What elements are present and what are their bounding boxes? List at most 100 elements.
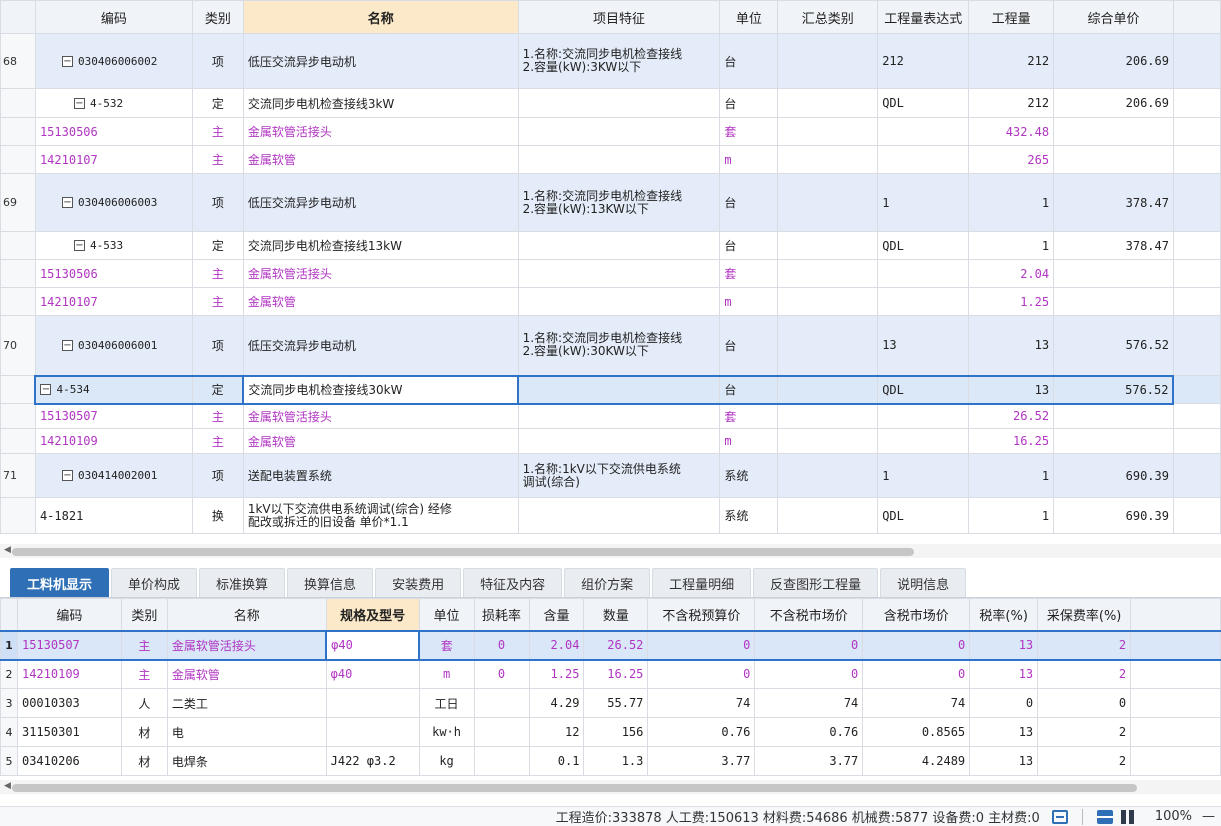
code-cell[interactable]: −4-532 — [34, 88, 193, 118]
market-price-cell[interactable]: 0 — [754, 629, 864, 661]
header-unit[interactable]: 单位 — [418, 598, 475, 631]
quantity-cell[interactable]: 13 — [968, 374, 1055, 405]
loss-cell[interactable] — [473, 746, 530, 776]
unit-cell[interactable]: 台 — [719, 231, 779, 260]
loss-cell[interactable]: 0 — [473, 629, 530, 661]
name-cell[interactable]: 二类工 — [166, 688, 327, 718]
content-cell[interactable]: 2.04 — [528, 629, 585, 661]
quantity-cell[interactable]: 26.52 — [583, 629, 649, 661]
budget-price-cell[interactable]: 0 — [647, 629, 756, 661]
content-cell[interactable]: 4.29 — [528, 688, 585, 718]
unit-cell[interactable]: 套 — [719, 403, 779, 429]
table-row[interactable]: 69 −030406006003 项 低压交流异步电动机 1.名称:交流同步电机… — [0, 173, 1221, 232]
quantity-cell[interactable]: 1.3 — [583, 746, 649, 776]
tab-features-content[interactable]: 特征及内容 — [463, 568, 563, 597]
header-tax-market-price[interactable]: 含税市场价 — [862, 598, 971, 631]
header-budget-price[interactable]: 不含税预算价 — [647, 598, 756, 631]
name-cell[interactable]: 金属软管活接头 — [166, 629, 327, 661]
expression-cell[interactable]: 1 — [877, 173, 970, 232]
table-row[interactable]: −4-533 定 交流同步电机检查接线13kW 台 QDL 1 378.47 — [0, 231, 1221, 260]
collapse-icon[interactable]: − — [61, 339, 73, 351]
header-tax-rate[interactable]: 税率(%) — [969, 598, 1039, 631]
unit-cell[interactable]: 台 — [719, 88, 779, 118]
header-category[interactable]: 类别 — [191, 0, 244, 34]
unit-cell[interactable]: m — [719, 428, 779, 454]
name-cell[interactable]: 电焊条 — [166, 746, 327, 776]
fee-rate-cell[interactable]: 2 — [1037, 717, 1132, 747]
header-code[interactable]: 编码 — [16, 598, 122, 631]
scrollbar-thumb[interactable] — [12, 784, 1137, 792]
lower-grid[interactable]: 编码 类别 名称 规格及型号 单位 损耗率 含量 数量 不含税预算价 不含税市场… — [0, 598, 1221, 778]
code-cell[interactable]: 4-1821 — [34, 497, 193, 534]
category-cell[interactable]: 项 — [191, 33, 244, 89]
market-price-cell[interactable]: 74 — [754, 688, 864, 718]
name-cell[interactable]: 送配电装置系统 — [242, 453, 519, 498]
expression-cell[interactable]: QDL — [877, 497, 970, 534]
feature-cell[interactable]: 1.名称:交流同步电机检查接线 2.容量(kW):30KW以下 — [517, 315, 721, 376]
scroll-left-icon[interactable]: ◀ — [4, 545, 11, 555]
spec-cell[interactable] — [325, 688, 420, 718]
category-cell[interactable]: 材 — [120, 717, 168, 747]
tax-rate-cell[interactable]: 13 — [969, 717, 1039, 747]
summary-cell[interactable] — [777, 88, 879, 118]
quantity-cell[interactable]: 55.77 — [583, 688, 649, 718]
unit-cell[interactable]: m — [719, 145, 779, 174]
category-cell[interactable]: 材 — [120, 746, 168, 776]
collapse-icon[interactable]: − — [73, 240, 85, 251]
header-loss-rate[interactable]: 损耗率 — [473, 598, 530, 631]
table-row[interactable]: 14210109 主 金属软管 m 16.25 — [0, 428, 1221, 454]
tax-rate-cell[interactable]: 13 — [969, 746, 1039, 776]
budget-price-cell[interactable]: 0 — [647, 659, 756, 689]
tab-labor-material-machine[interactable]: 工料机显示 — [10, 568, 110, 597]
tab-conversion-info[interactable]: 换算信息 — [287, 568, 374, 597]
summary-cell[interactable] — [777, 173, 879, 232]
category-cell[interactable]: 主 — [191, 259, 244, 288]
tax-market-price-cell[interactable]: 74 — [862, 688, 971, 718]
tab-quantity-detail[interactable]: 工程量明细 — [652, 568, 752, 597]
content-cell[interactable]: 0.1 — [528, 746, 585, 776]
unit-cell[interactable]: kg — [418, 746, 475, 776]
quantity-cell[interactable]: 156 — [583, 717, 649, 747]
tab-install-fee[interactable]: 安装费用 — [375, 568, 462, 597]
budget-price-cell[interactable]: 74 — [647, 688, 756, 718]
resource-row-selected[interactable]: 1 15130507 主 金属软管活接头 φ40 套 0 2.04 26.52 … — [0, 629, 1221, 661]
feature-cell[interactable]: 1.名称:交流同步电机检查接线 2.容量(kW):13KW以下 — [517, 173, 721, 232]
table-row[interactable]: 4-1821 换 1kV以下交流供电系统调试(综合) 经修 配改或拆迁的旧设备 单… — [0, 497, 1221, 534]
split-view-icon[interactable] — [1120, 809, 1137, 824]
tab-unit-price-composition[interactable]: 单价构成 — [111, 568, 198, 597]
scrollbar-thumb[interactable] — [12, 548, 914, 556]
spec-input[interactable]: φ40 — [325, 629, 421, 661]
code-cell[interactable]: 00010303 — [16, 688, 122, 718]
table-row-selected[interactable]: −4-534 定 交流同步电机检查接线30kW 台 QDL 13 576.52 — [0, 374, 1221, 405]
content-cell[interactable]: 1.25 — [528, 659, 585, 689]
code-cell[interactable]: −4-533 — [34, 231, 193, 260]
quantity-cell[interactable]: 1 — [968, 453, 1055, 498]
price-cell[interactable]: 378.47 — [1053, 173, 1174, 232]
category-cell[interactable]: 定 — [191, 374, 244, 405]
market-price-cell[interactable]: 0.76 — [754, 717, 864, 747]
unit-cell[interactable]: 套 — [418, 629, 475, 661]
price-cell[interactable]: 206.69 — [1053, 88, 1174, 118]
name-cell[interactable]: 电 — [166, 717, 327, 747]
resource-row[interactable]: 5 03410206 材 电焊条 J422 φ3.2 kg 0.1 1.3 3.… — [0, 746, 1221, 776]
category-cell[interactable]: 项 — [191, 315, 244, 376]
unit-cell[interactable]: 套 — [719, 117, 779, 146]
unit-cell[interactable]: kw·h — [418, 717, 475, 747]
header-feature[interactable]: 项目特征 — [517, 0, 721, 34]
unit-cell[interactable]: 系统 — [719, 453, 779, 498]
header-summary[interactable]: 汇总类别 — [777, 0, 879, 34]
header-unit-price[interactable]: 综合单价 — [1053, 0, 1174, 34]
price-cell[interactable]: 690.39 — [1053, 497, 1174, 534]
name-cell[interactable]: 金属软管 — [242, 428, 519, 454]
name-cell[interactable]: 低压交流异步电动机 — [242, 33, 519, 89]
collapse-icon[interactable]: − — [61, 197, 73, 208]
header-category[interactable]: 类别 — [120, 598, 168, 631]
full-view-icon[interactable] — [1096, 809, 1113, 824]
category-cell[interactable]: 项 — [191, 173, 244, 232]
quantity-cell[interactable]: 16.25 — [968, 428, 1055, 454]
name-cell[interactable]: 金属软管活接头 — [242, 403, 519, 429]
lower-horizontal-scrollbar[interactable]: ◀ — [0, 780, 1221, 794]
code-cell[interactable]: −4-534 — [34, 374, 193, 405]
collapse-icon[interactable]: − — [61, 55, 73, 67]
quantity-cell[interactable]: 212 — [968, 33, 1055, 89]
